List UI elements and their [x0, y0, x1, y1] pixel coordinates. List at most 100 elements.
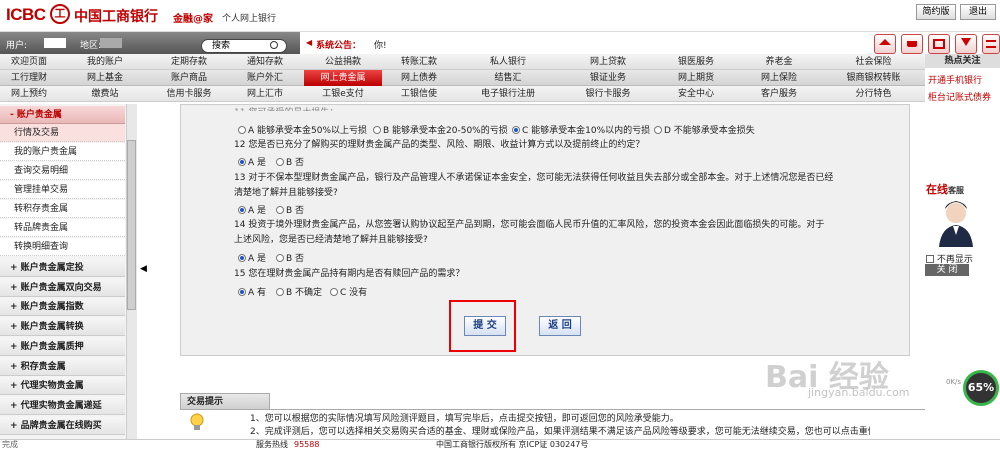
tips-tab[interactable]: 交易提示	[180, 393, 270, 409]
nav-item[interactable]: 信用卡服务	[152, 86, 226, 102]
sidebar-subitem[interactable]: 转换明细查询	[0, 238, 125, 256]
nav-item[interactable]: 账户商品	[152, 70, 226, 86]
nav-item[interactable]: 银商银权转账	[822, 70, 925, 86]
nav-item[interactable]: 我的账户	[58, 54, 152, 70]
radio-button-selected[interactable]	[238, 288, 246, 296]
search-icon[interactable]	[270, 41, 278, 49]
sidebar-category[interactable]: + 品牌贵金属在线购买	[0, 416, 125, 435]
sidebar-subitem[interactable]: 行情及交易	[0, 124, 125, 142]
download-icon[interactable]	[955, 34, 977, 54]
radio-button-selected[interactable]	[238, 206, 246, 214]
nav-item[interactable]: 社会保险	[822, 54, 925, 70]
q11-option-a[interactable]: A 能够承受本金50%以上亏损	[238, 123, 367, 136]
sidebar-category[interactable]: + 账户贵金属指数	[0, 298, 125, 317]
nav-item[interactable]: 工银信使	[382, 86, 456, 102]
sidebar-subitem[interactable]: 查询交易明细	[0, 162, 125, 180]
notice-text: 你!	[374, 41, 387, 51]
nav-item[interactable]: 缴费站	[58, 86, 152, 102]
question-14-line-2: 上述风险，您是否已经清楚地了解并且能够接受?	[234, 235, 428, 245]
nav-item[interactable]: 欢迎页面	[0, 54, 58, 70]
q11-option-c[interactable]: C 能够承受本金10%以内的亏损	[512, 123, 650, 136]
collapse-sidebar-icon[interactable]: ◀	[140, 264, 147, 274]
nav-item[interactable]: 网上汇市	[226, 86, 304, 102]
radio-button[interactable]	[654, 126, 662, 134]
question-11-text: 11 您可承受的最大损失：	[234, 105, 338, 111]
contact-card-icon[interactable]	[928, 34, 950, 54]
radio-button[interactable]	[276, 254, 284, 262]
simple-version-button[interactable]: 简约版	[916, 4, 956, 20]
q15-option-c[interactable]: C 没有	[330, 285, 367, 298]
radio-button[interactable]	[330, 288, 338, 296]
nav-item[interactable]: 银证业务	[560, 70, 656, 86]
nav-item[interactable]: 网上债券	[382, 70, 456, 86]
customer-service-avatar[interactable]	[931, 195, 981, 247]
radio-button[interactable]	[276, 206, 284, 214]
radio-button[interactable]	[276, 288, 284, 296]
q13-option-a[interactable]: A 是	[238, 203, 266, 216]
nav-item[interactable]: 结售汇	[456, 70, 560, 86]
sidebar-category[interactable]: + 积存贵金属	[0, 357, 125, 376]
sidebar-category[interactable]: + 账户贵金属质押	[0, 337, 125, 356]
nav-item[interactable]: 通知存款	[226, 54, 304, 70]
back-button[interactable]: 返 回	[539, 316, 581, 336]
nav-item[interactable]: 转账汇款	[382, 54, 456, 70]
sidebar-category[interactable]: + 代理实物贵金属	[0, 377, 125, 396]
home-icon[interactable]	[874, 34, 896, 54]
checkbox-icon[interactable]	[926, 255, 934, 263]
baidu-watermark-url: jingyan.baidu.com	[808, 386, 910, 399]
sidebar-subitem[interactable]: 管理挂单交易	[0, 181, 125, 199]
logout-button[interactable]: 退出	[960, 4, 996, 20]
sidebar-subitem[interactable]: 转积存贵金属	[0, 200, 125, 218]
q14-option-a[interactable]: A 是	[238, 251, 266, 264]
radio-button-selected[interactable]	[238, 158, 246, 166]
radio-button-selected[interactable]	[512, 126, 520, 134]
submit-button[interactable]: 提 交	[464, 316, 506, 336]
sidebar-subitem[interactable]: 转品牌贵金属	[0, 219, 125, 237]
q12-option-b[interactable]: B 否	[276, 155, 304, 168]
sidebar-scroll-thumb[interactable]	[127, 140, 136, 310]
cart-icon[interactable]	[901, 34, 923, 54]
q11-option-b[interactable]: B 能够承受本金20-50%的亏损	[373, 123, 508, 136]
nav-item[interactable]: 定期存款	[152, 54, 226, 70]
sidebar-category[interactable]: + 账户贵金属定投	[0, 259, 125, 277]
sidebar-subitem[interactable]: 我的账户贵金属	[0, 143, 125, 161]
radio-button[interactable]	[276, 158, 284, 166]
radio-button-selected[interactable]	[238, 254, 246, 262]
nav-item[interactable]: 客户服务	[736, 86, 822, 102]
nav-item[interactable]: 养老金	[736, 54, 822, 70]
nav-item[interactable]: 网上基金	[58, 70, 152, 86]
nav-item[interactable]: 网上保险	[736, 70, 822, 86]
q13-option-b[interactable]: B 否	[276, 203, 304, 216]
q14-option-b[interactable]: B 否	[276, 251, 304, 264]
menu-icon[interactable]	[982, 34, 1000, 54]
nav-item[interactable]: 网上预约	[0, 86, 58, 102]
nav-item[interactable]: 安全中心	[656, 86, 736, 102]
q15-option-a[interactable]: A 有	[238, 285, 266, 298]
hot-link-counter-bonds[interactable]: 柜台记账式债券	[928, 90, 991, 103]
nav-item[interactable]: 电子银行注册	[456, 86, 560, 102]
sidebar-category[interactable]: + 账户贵金属转换	[0, 318, 125, 337]
sidebar-category[interactable]: + 代理实物贵金属递延	[0, 396, 125, 415]
nav-item[interactable]: 银医服务	[656, 54, 736, 70]
nav-item[interactable]: 分行特色	[822, 86, 925, 102]
nav-item[interactable]: 账户外汇	[226, 70, 304, 86]
sidebar-head-account-metal[interactable]: - 账户贵金属	[0, 106, 125, 124]
nav-item[interactable]: 网上贷款	[560, 54, 656, 70]
nav-item[interactable]: 工银e支付	[304, 86, 382, 102]
close-service-button[interactable]: 关 闭	[925, 264, 969, 276]
nav-item[interactable]: 工行理财	[0, 70, 58, 86]
speed-badge[interactable]: 65%	[963, 370, 999, 406]
nav-item[interactable]: 公益捐款	[304, 54, 382, 70]
radio-button[interactable]	[373, 126, 381, 134]
nav-item[interactable]: 网上贵金属	[304, 70, 382, 86]
hot-link-mobile-banking[interactable]: 开通手机银行	[928, 73, 982, 86]
nav-item[interactable]: 私人银行	[456, 54, 560, 70]
radio-button[interactable]	[238, 126, 246, 134]
q15-option-b[interactable]: B 不确定	[276, 285, 322, 298]
nav-item[interactable]: 网上期货	[656, 70, 736, 86]
q12-option-a[interactable]: A 是	[238, 155, 266, 168]
sidebar-category[interactable]: + 账户贵金属双向交易	[0, 278, 125, 297]
user-label: 用户:	[6, 41, 28, 51]
nav-item[interactable]: 银行卡服务	[560, 86, 656, 102]
q11-option-d[interactable]: D 不能够承受本金损失	[654, 123, 755, 136]
